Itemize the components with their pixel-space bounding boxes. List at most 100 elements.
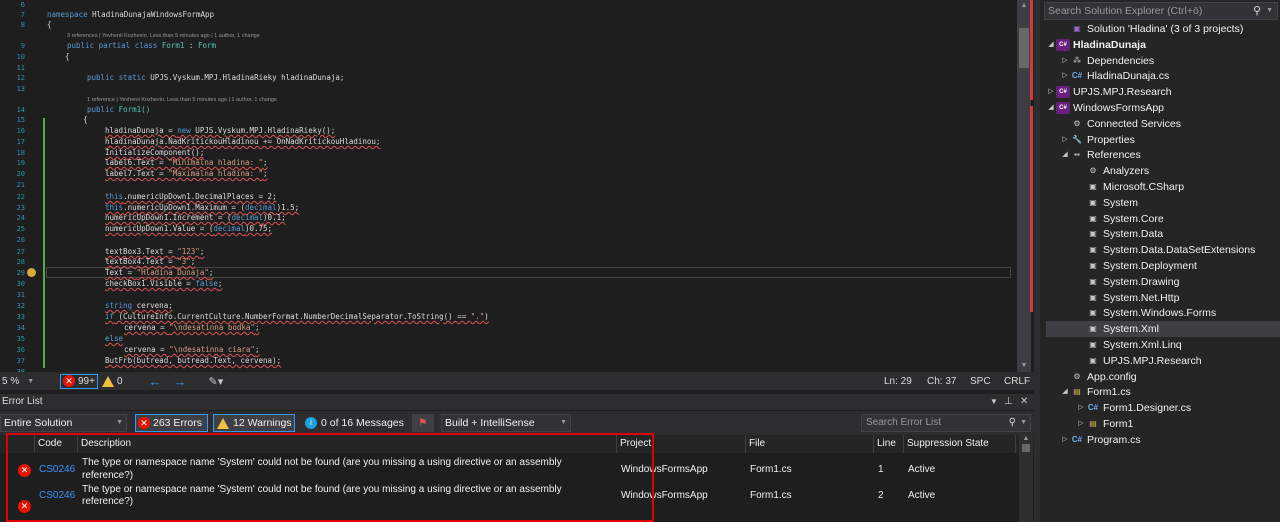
expanded-arrow-icon[interactable]: ◢ xyxy=(1046,100,1056,116)
tree-node[interactable]: ▣ System.Deployment xyxy=(1076,258,1197,274)
collapsed-arrow-icon[interactable]: ▷ xyxy=(1046,84,1056,100)
table-row[interactable]: ✕ CS0246 The type or namespace name 'Sys… xyxy=(0,484,1034,522)
tree-node[interactable]: ▣ System.Net.Http xyxy=(1076,290,1179,306)
tree-node[interactable]: ▷ C# Form1.Designer.cs xyxy=(1076,400,1191,416)
filter-icon[interactable]: ⚑ xyxy=(412,414,434,432)
column-header-project[interactable]: Project xyxy=(617,435,746,453)
tree-node[interactable]: ▣ System.Xml xyxy=(1046,321,1280,338)
tree-node[interactable]: ▷ C# HladinaDunaja.cs xyxy=(1060,68,1169,84)
column-header-description[interactable]: Description xyxy=(78,435,617,453)
window-position-dropdown-icon[interactable]: ▼ xyxy=(990,394,998,410)
code-line-14: public Form1() xyxy=(87,105,151,114)
code-cleanup-icon[interactable]: ✎▾ xyxy=(209,372,224,390)
tree-node[interactable]: ▷ C# UPJS.MPJ.Research xyxy=(1046,84,1172,100)
scroll-up-arrow-icon[interactable]: ▲ xyxy=(1019,435,1033,442)
tree-node[interactable]: ▣ System.Windows.Forms xyxy=(1076,305,1216,321)
line-number: 17 xyxy=(16,138,25,146)
csharp-file-icon: C# xyxy=(1071,434,1083,444)
navigate-back-icon[interactable]: ← xyxy=(149,372,162,390)
code-line-23: this.numericUpDown1.Maximum = (decimal)1… xyxy=(105,203,300,212)
tree-node[interactable]: ⚙ App.config xyxy=(1060,369,1136,385)
tree-node[interactable]: ▣ System.Core xyxy=(1076,211,1163,227)
collapsed-arrow-icon[interactable]: ▷ xyxy=(1076,400,1086,416)
tree-node[interactable]: ▣ UPJS.MPJ.Research xyxy=(1076,353,1202,369)
error-list-title-bar: Error List ▼ ⊥ ✕ xyxy=(0,394,1034,410)
error-list-toolbar: Entire Solution ▼ ✕ 263 Errors 12 Warnings… xyxy=(0,411,1034,435)
build-source-dropdown[interactable]: Build + IntelliSense ▼ xyxy=(441,414,571,432)
tree-node[interactable]: ▷ C# Program.cs xyxy=(1060,432,1141,448)
line-number: 10 xyxy=(16,53,25,61)
tree-node[interactable]: ▣ System.Data xyxy=(1076,226,1163,242)
scrollbar-thumb[interactable] xyxy=(1019,28,1029,68)
codelens-1[interactable]: 3 references | Yevhenii Kozhevin, Less t… xyxy=(67,32,260,40)
scroll-down-arrow-icon[interactable]: ▼ xyxy=(1017,360,1031,372)
tree-node[interactable]: ▷ 🔧 Properties xyxy=(1060,132,1135,148)
scroll-up-arrow-icon[interactable]: ▲ xyxy=(1017,0,1031,12)
collapsed-arrow-icon[interactable]: ▷ xyxy=(1060,53,1070,69)
tree-node-label: UPJS.MPJ.Research xyxy=(1103,354,1202,367)
tree-node[interactable]: ▣ Solution 'Hladina' (3 of 3 projects) xyxy=(1060,21,1243,37)
expanded-arrow-icon[interactable]: ◢ xyxy=(1060,147,1070,163)
editor-vertical-scrollbar[interactable]: ▲ ▼ xyxy=(1017,0,1031,372)
tree-node[interactable]: ▣ System.Data.DataSetExtensions xyxy=(1076,242,1255,258)
lightbulb-icon[interactable] xyxy=(27,268,36,277)
chevron-down-icon: ▼ xyxy=(560,419,567,426)
expanded-arrow-icon[interactable]: ◢ xyxy=(1046,37,1056,53)
tree-node-label: Form1.Designer.cs xyxy=(1103,402,1192,415)
scrollbar-thumb[interactable] xyxy=(1022,444,1030,452)
tree-node[interactable]: ◢ C# HladinaDunaja xyxy=(1046,37,1146,53)
navigate-forward-icon[interactable]: → xyxy=(174,372,187,390)
column-header-icon[interactable] xyxy=(0,435,35,453)
code-line-12: public static UPJS.Vyskum.MPJ.HladinaRie… xyxy=(87,73,345,82)
tree-node[interactable]: ▣ System xyxy=(1076,195,1138,211)
whitespace-indicator[interactable]: SPC xyxy=(970,372,991,390)
tree-node[interactable]: ▣ System.Xml.Linq xyxy=(1076,337,1182,353)
scope-dropdown[interactable]: Entire Solution ▼ xyxy=(0,414,127,432)
error-line: 2 xyxy=(878,490,884,501)
close-icon[interactable]: ✕ xyxy=(1020,394,1028,410)
line-number: 31 xyxy=(16,291,25,299)
error-list-scrollbar[interactable]: ▲ xyxy=(1019,435,1033,522)
tree-node[interactable]: ◢ C# WindowsFormsApp xyxy=(1046,100,1164,116)
tree-node[interactable]: ▷ ⁂ Dependencies xyxy=(1060,53,1154,69)
tree-node[interactable]: ▷ ▤ Form1 xyxy=(1076,416,1133,432)
solution-explorer-search-input[interactable]: Search Solution Explorer (Ctrl+ö) ⚲ ▼ xyxy=(1044,2,1278,20)
line-number: 20 xyxy=(16,170,25,178)
code-line-33: if (CultureInfo.CurrentCulture.NumberFor… xyxy=(105,312,489,321)
errors-filter-button[interactable]: ✕ 263 Errors xyxy=(135,414,208,432)
codelens-2[interactable]: 1 reference | Yevhenii Kozhevin, Less th… xyxy=(87,96,277,104)
line-number: 33 xyxy=(16,313,25,321)
warnings-filter-button[interactable]: 12 Warnings xyxy=(213,414,295,432)
collapsed-arrow-icon[interactable]: ▷ xyxy=(1060,432,1070,448)
line-ending-indicator[interactable]: CRLF xyxy=(1004,372,1030,390)
collapsed-arrow-icon[interactable]: ▷ xyxy=(1060,132,1070,148)
tree-node[interactable]: ◢ ▤ Form1.cs xyxy=(1060,384,1130,400)
error-list-search-input[interactable]: Search Error List ⚲ ▼ xyxy=(861,414,1031,432)
column-header-suppression-state[interactable]: Suppression State xyxy=(904,435,1016,453)
error-count[interactable]: ✕ 99+ xyxy=(60,373,98,389)
tree-node-label: System.Xml.Linq xyxy=(1103,339,1182,351)
tree-node[interactable]: ⚙ Connected Services xyxy=(1060,116,1181,132)
tree-node-label: Program.cs xyxy=(1087,433,1141,446)
messages-filter-button[interactable]: i0 of 16 Messages xyxy=(301,414,406,432)
column-header-line[interactable]: Line xyxy=(874,435,904,453)
zoom-level[interactable]: 5 % ▼ xyxy=(0,372,44,390)
expanded-arrow-icon[interactable]: ◢ xyxy=(1060,384,1070,400)
error-code-link[interactable]: CS0246 xyxy=(39,464,75,476)
collapsed-arrow-icon[interactable]: ▷ xyxy=(1060,68,1070,84)
pin-icon[interactable]: ⊥ xyxy=(1004,394,1013,410)
warning-count[interactable]: 0 xyxy=(101,372,123,390)
code-editor[interactable]: 6 7 8 9 10 11 12 13 14 15 16 17 18 19 20 21 22 23 24 25 26 27… xyxy=(0,0,1034,372)
line-number: 13 xyxy=(16,85,25,93)
tree-node-label: System.Drawing xyxy=(1103,275,1180,288)
tree-node[interactable]: ⚙ Analyzers xyxy=(1076,163,1149,179)
tree-node[interactable]: ▣ System.Drawing xyxy=(1076,274,1179,290)
collapsed-arrow-icon[interactable]: ▷ xyxy=(1076,416,1086,432)
tree-node[interactable]: ▣ Microsoft.CSharp xyxy=(1076,179,1184,195)
tree-node[interactable]: ◢ ▪▪ References xyxy=(1060,147,1140,163)
line-number: 19 xyxy=(16,159,25,167)
code-line-17: hladinaDunaja.NadKritickouHladinou += On… xyxy=(105,137,381,146)
error-code-link[interactable]: CS0246 xyxy=(39,490,75,502)
column-header-code[interactable]: Code xyxy=(35,435,78,453)
column-header-file[interactable]: File xyxy=(746,435,874,453)
